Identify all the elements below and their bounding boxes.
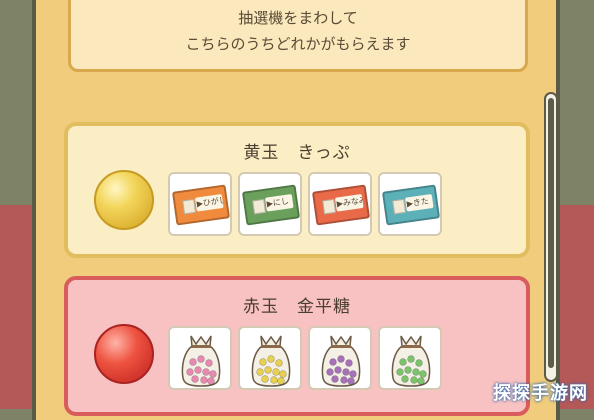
scrollbar-thumb[interactable]	[548, 98, 554, 368]
ticket-icon: ▶みなみ	[311, 184, 371, 226]
candy-bag-icon	[181, 335, 221, 387]
scrollbar[interactable]	[544, 92, 558, 382]
ticket-icon: ▶きた	[381, 184, 441, 226]
prize-card-yellow: 黄玉 きっぷ ▶ひがし ▶にし ▶みなみ ▶きた	[64, 122, 530, 258]
ticket-slot-south[interactable]: ▶みなみ	[308, 172, 372, 236]
ticket-slot-east[interactable]: ▶ひがし	[168, 172, 232, 236]
konpeito-slot[interactable]	[378, 326, 442, 390]
konpeito-slot[interactable]	[308, 326, 372, 390]
notice-line-1: 抽選機をまわして	[238, 9, 358, 27]
candy-bag-icon	[391, 335, 431, 387]
ticket-slot-north[interactable]: ▶きた	[378, 172, 442, 236]
red-ball-icon	[94, 324, 154, 384]
notice-box: 抽選機をまわして こちらのうちどれかがもらえます	[68, 0, 528, 72]
candy-bag-icon	[321, 335, 361, 387]
ticket-icon: ▶にし	[241, 184, 301, 226]
watermark-logo: 探探手游网	[493, 383, 588, 404]
prize-card-red: 赤玉 金平糖	[64, 276, 530, 416]
konpeito-slot[interactable]	[168, 326, 232, 390]
yellow-ball-icon	[94, 170, 154, 230]
notice-line-2: こちらのうちどれかがもらえます	[185, 35, 411, 53]
ticket-icon: ▶ひがし	[171, 184, 231, 226]
prize-title: 赤玉 金平糖	[243, 297, 351, 317]
konpeito-slot[interactable]	[238, 326, 302, 390]
ticket-slot-west[interactable]: ▶にし	[238, 172, 302, 236]
candy-bag-icon	[251, 335, 291, 387]
prize-title: 黄玉 きっぷ	[243, 143, 351, 163]
